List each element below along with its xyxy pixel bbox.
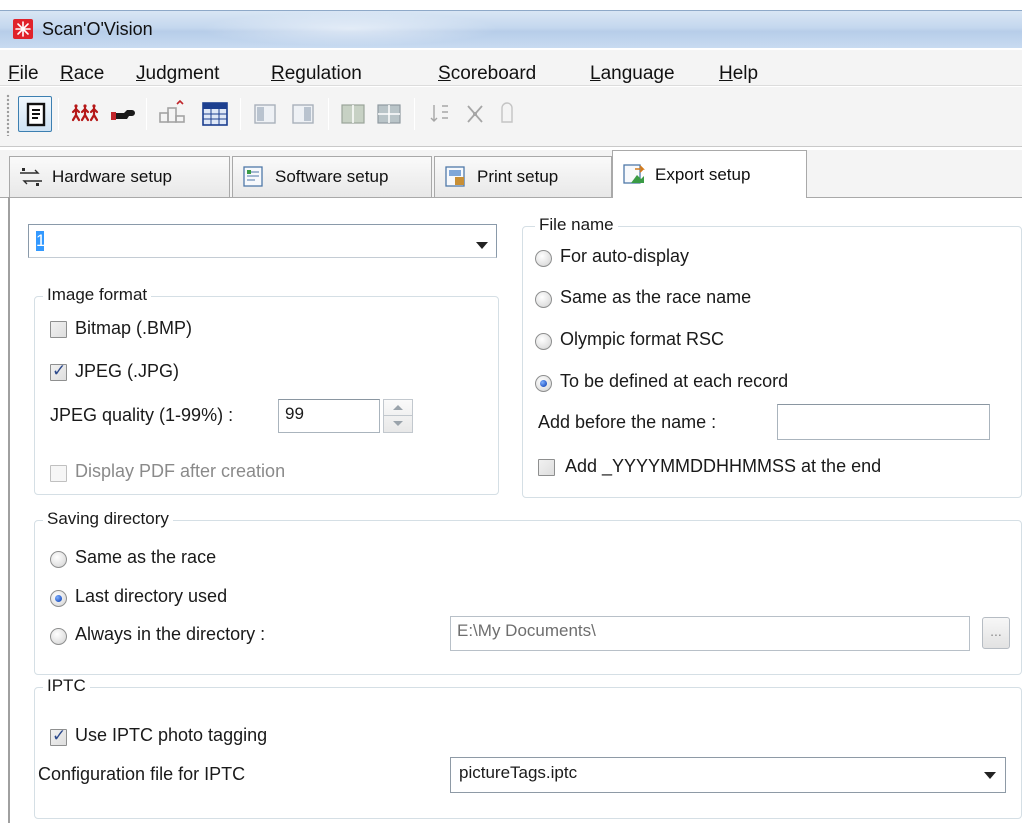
image-grid-icon <box>377 104 401 124</box>
last-directory-label: Last directory used <box>75 586 228 606</box>
podium-icon <box>159 99 185 123</box>
bitmap-label: Bitmap (.BMP) <box>75 318 193 338</box>
same-as-race-label: Same as the race <box>75 547 217 567</box>
sort-button[interactable] <box>422 96 456 132</box>
saving-directory-title: Saving directory <box>43 509 173 529</box>
menu-file[interactable]: File <box>8 63 39 85</box>
pointer-hand-icon <box>111 110 135 120</box>
menu-language[interactable]: Language <box>590 63 675 85</box>
jpeg-quality-stepper[interactable] <box>383 399 413 433</box>
add-before-name-label: Add before the name : <box>538 412 717 432</box>
toolbar-grip[interactable] <box>6 94 10 136</box>
jpeg-quality-label: JPEG quality (1-99%) : <box>50 405 234 425</box>
menu-bar: File Race Judgment Regulation Scoreboard… <box>0 50 1022 86</box>
app-logo-icon[interactable] <box>13 19 33 39</box>
radio-same-as-race[interactable] <box>50 551 67 568</box>
menu-regulation[interactable]: Regulation <box>271 63 362 85</box>
chevron-down-icon[interactable] <box>984 772 996 779</box>
menu-help[interactable]: Help <box>719 63 758 85</box>
image-split-icon <box>341 104 365 124</box>
add-timestamp-label: Add _YYYYMMDDHHMMSS at the end <box>565 456 882 476</box>
display-pdf-checkbox[interactable] <box>50 465 67 482</box>
use-iptc-checkbox[interactable] <box>50 726 67 746</box>
toolbar-separator <box>328 98 329 130</box>
grid-icon <box>202 102 228 126</box>
browse-directory-button[interactable]: ... <box>982 617 1010 649</box>
image-format-title: Image format <box>43 285 152 305</box>
panel-border <box>8 197 10 823</box>
tab-hardware-setup[interactable]: Hardware setup <box>9 156 230 197</box>
setup-button[interactable] <box>18 96 52 132</box>
radio-always-directory[interactable] <box>50 628 67 645</box>
profile-select-value: 1 <box>36 231 46 251</box>
chevron-down-icon[interactable] <box>476 242 488 249</box>
podium-button[interactable] <box>155 96 189 132</box>
radio-defined-each-record[interactable] <box>535 375 552 392</box>
competitors-button[interactable] <box>68 96 102 132</box>
start-signal-button[interactable] <box>108 96 142 132</box>
sort-icon <box>430 105 448 122</box>
iptc-config-label: Configuration file for IPTC <box>38 764 246 784</box>
jpeg-label: JPEG (.JPG) <box>75 361 180 381</box>
bitmap-checkbox[interactable] <box>50 321 67 338</box>
iptc-group <box>34 687 1022 819</box>
image-grid-button[interactable] <box>372 96 406 132</box>
document-icon <box>26 102 46 127</box>
software-icon <box>241 165 267 189</box>
stepper-up-button[interactable] <box>384 400 412 416</box>
defined-each-record-label: To be defined at each record <box>560 371 789 391</box>
stepper-down-button[interactable] <box>384 416 412 432</box>
tab-software-setup[interactable]: Software setup <box>232 156 432 197</box>
menu-judgment[interactable]: Judgment <box>136 63 219 85</box>
tools-icon <box>467 105 483 123</box>
use-iptc-label: Use IPTC photo tagging <box>75 725 268 745</box>
lock-button[interactable] <box>490 96 524 132</box>
export-icon <box>621 163 647 187</box>
title-bar-glow <box>200 12 500 46</box>
hardware-icon <box>18 165 44 189</box>
iptc-config-value: pictureTags.iptc <box>459 763 578 782</box>
add-timestamp-checkbox[interactable] <box>538 459 555 476</box>
toolbar-separator <box>58 98 59 130</box>
tab-export-setup[interactable]: Export setup <box>612 150 807 198</box>
grid-view-button[interactable] <box>198 96 232 132</box>
columns-left-icon <box>254 104 276 124</box>
image-split-button[interactable] <box>336 96 370 132</box>
radio-for-auto-display[interactable] <box>535 250 552 267</box>
menu-race[interactable]: Race <box>60 63 104 85</box>
display-pdf-label: Display PDF after creation <box>75 461 286 481</box>
file-name-title: File name <box>535 215 618 235</box>
toolbar-separator <box>240 98 241 130</box>
add-before-name-input[interactable] <box>777 404 990 440</box>
jpeg-checkbox[interactable] <box>50 361 67 381</box>
tools-button[interactable] <box>458 96 492 132</box>
lock-icon <box>501 102 513 123</box>
layout-left-button[interactable] <box>248 96 282 132</box>
radio-same-as-race-name[interactable] <box>535 291 552 308</box>
layout-right-button[interactable] <box>286 96 320 132</box>
iptc-title: IPTC <box>43 676 90 696</box>
title-bar <box>0 10 1022 48</box>
window-title: Scan'O'Vision <box>42 19 153 39</box>
print-icon <box>443 165 469 189</box>
always-directory-label: Always in the directory : <box>75 624 266 644</box>
olympic-format-label: Olympic format RSC <box>560 329 725 349</box>
jpeg-quality-input[interactable]: 99 <box>278 399 380 433</box>
profile-select[interactable] <box>28 224 497 258</box>
same-as-race-name-label: Same as the race name <box>560 287 752 307</box>
menu-scoreboard[interactable]: Scoreboard <box>438 63 536 85</box>
runners-icon <box>71 104 99 122</box>
radio-last-directory[interactable] <box>50 590 67 607</box>
columns-right-icon <box>292 104 314 124</box>
for-auto-display-label: For auto-display <box>560 246 690 266</box>
iptc-config-select[interactable]: pictureTags.iptc <box>450 757 1006 793</box>
tab-print-setup[interactable]: Print setup <box>434 156 612 197</box>
directory-path-input[interactable]: E:\My Documents\ <box>450 616 970 651</box>
toolbar-separator <box>146 98 147 130</box>
radio-olympic-format[interactable] <box>535 333 552 350</box>
toolbar-separator <box>414 98 415 130</box>
